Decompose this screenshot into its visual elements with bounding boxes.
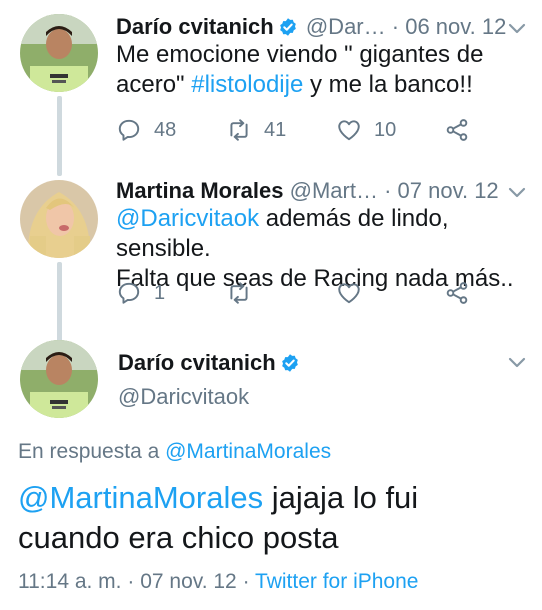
share-icon bbox=[446, 119, 468, 141]
like-button[interactable]: 10 bbox=[336, 115, 396, 145]
tweet-source-link[interactable]: Twitter for iPhone bbox=[255, 570, 418, 593]
like-button[interactable] bbox=[336, 278, 362, 308]
author-handle[interactable]: @Dar… bbox=[306, 14, 386, 39]
mention-link[interactable]: @Daricvitaok bbox=[116, 205, 259, 232]
avatar[interactable] bbox=[20, 180, 98, 258]
separator-dot: · bbox=[127, 570, 135, 593]
thread-line bbox=[57, 262, 62, 342]
reply-prefix: En respuesta a bbox=[18, 440, 166, 463]
retweet-count: 41 bbox=[264, 118, 287, 141]
retweet-icon bbox=[230, 119, 248, 141]
chevron-down-icon[interactable] bbox=[508, 356, 526, 368]
reply-icon bbox=[118, 119, 140, 141]
author-handle[interactable]: @Daricvitaok bbox=[118, 384, 249, 410]
reply-button[interactable]: 1 bbox=[116, 278, 165, 308]
text-fragment: y me la banco!! bbox=[303, 71, 473, 98]
share-button[interactable] bbox=[444, 278, 470, 308]
tweet-meta: 11:14 a. m. · 07 nov. 12 · Twitter for i… bbox=[18, 570, 418, 594]
tweet-actions: 1 bbox=[116, 278, 496, 308]
avatar[interactable] bbox=[20, 14, 98, 92]
retweet-icon bbox=[230, 282, 248, 304]
verified-badge-icon bbox=[278, 17, 298, 37]
tweet-text-line: Me emocione viendo " gigantes de bbox=[116, 41, 484, 68]
reply-icon bbox=[118, 282, 140, 304]
share-button[interactable] bbox=[444, 115, 470, 145]
tweet-text: @MartinaMorales jajaja lo fui cuando era… bbox=[18, 478, 528, 558]
reply-button[interactable]: 48 bbox=[116, 115, 176, 145]
tweet-text: Me emocione viendo " gigantes de acero" … bbox=[116, 40, 526, 100]
avatar[interactable] bbox=[20, 340, 98, 418]
tweet-text-line: @MartinaMorales jajaja lo fui bbox=[18, 478, 528, 518]
retweet-button[interactable]: 41 bbox=[226, 115, 286, 145]
verified-badge-icon bbox=[280, 353, 300, 373]
tweet-text-line: acero" #listolodije y me la banco!! bbox=[116, 70, 526, 100]
author-handle[interactable]: @Mart… bbox=[290, 178, 378, 203]
separator-dot: · bbox=[384, 178, 392, 203]
separator-dot: · bbox=[242, 570, 250, 593]
author-name[interactable]: Martina Morales bbox=[116, 178, 284, 203]
tweet-date[interactable]: 07 nov. 12 bbox=[398, 178, 499, 203]
heart-icon bbox=[338, 120, 360, 141]
thread-line bbox=[57, 96, 62, 176]
chevron-down-icon[interactable] bbox=[508, 186, 526, 198]
tweet-text-line: @Daricvitaok además de lindo, sensible. bbox=[116, 204, 526, 264]
tweet-text-line: cuando era chico posta bbox=[18, 520, 339, 555]
retweet-button[interactable] bbox=[226, 278, 252, 308]
reply-to-link[interactable]: @MartinaMorales bbox=[165, 440, 331, 463]
reply-context: En respuesta a @MartinaMorales bbox=[18, 440, 331, 464]
reply-count: 48 bbox=[154, 118, 177, 141]
tweet-date[interactable]: 07 nov. 12 bbox=[140, 570, 237, 593]
text-fragment: acero" bbox=[116, 71, 192, 98]
share-icon bbox=[446, 282, 468, 304]
tweet-date[interactable]: 06 nov. 12 bbox=[405, 14, 506, 39]
text-fragment: jajaja lo fui bbox=[263, 480, 419, 515]
like-count: 10 bbox=[374, 118, 397, 141]
tweet-actions: 48 41 10 bbox=[116, 115, 496, 145]
mention-link[interactable]: @MartinaMorales bbox=[18, 480, 263, 515]
chevron-down-icon[interactable] bbox=[508, 22, 526, 34]
author-name[interactable]: Darío cvitanich bbox=[116, 14, 274, 39]
heart-icon bbox=[338, 283, 360, 304]
separator-dot: · bbox=[391, 14, 400, 39]
reply-count: 1 bbox=[154, 281, 166, 304]
author-name[interactable]: Darío cvitanich bbox=[118, 350, 276, 375]
tweet-time[interactable]: 11:14 a. m. bbox=[18, 570, 122, 593]
hashtag-link[interactable]: #listolodije bbox=[191, 71, 303, 98]
